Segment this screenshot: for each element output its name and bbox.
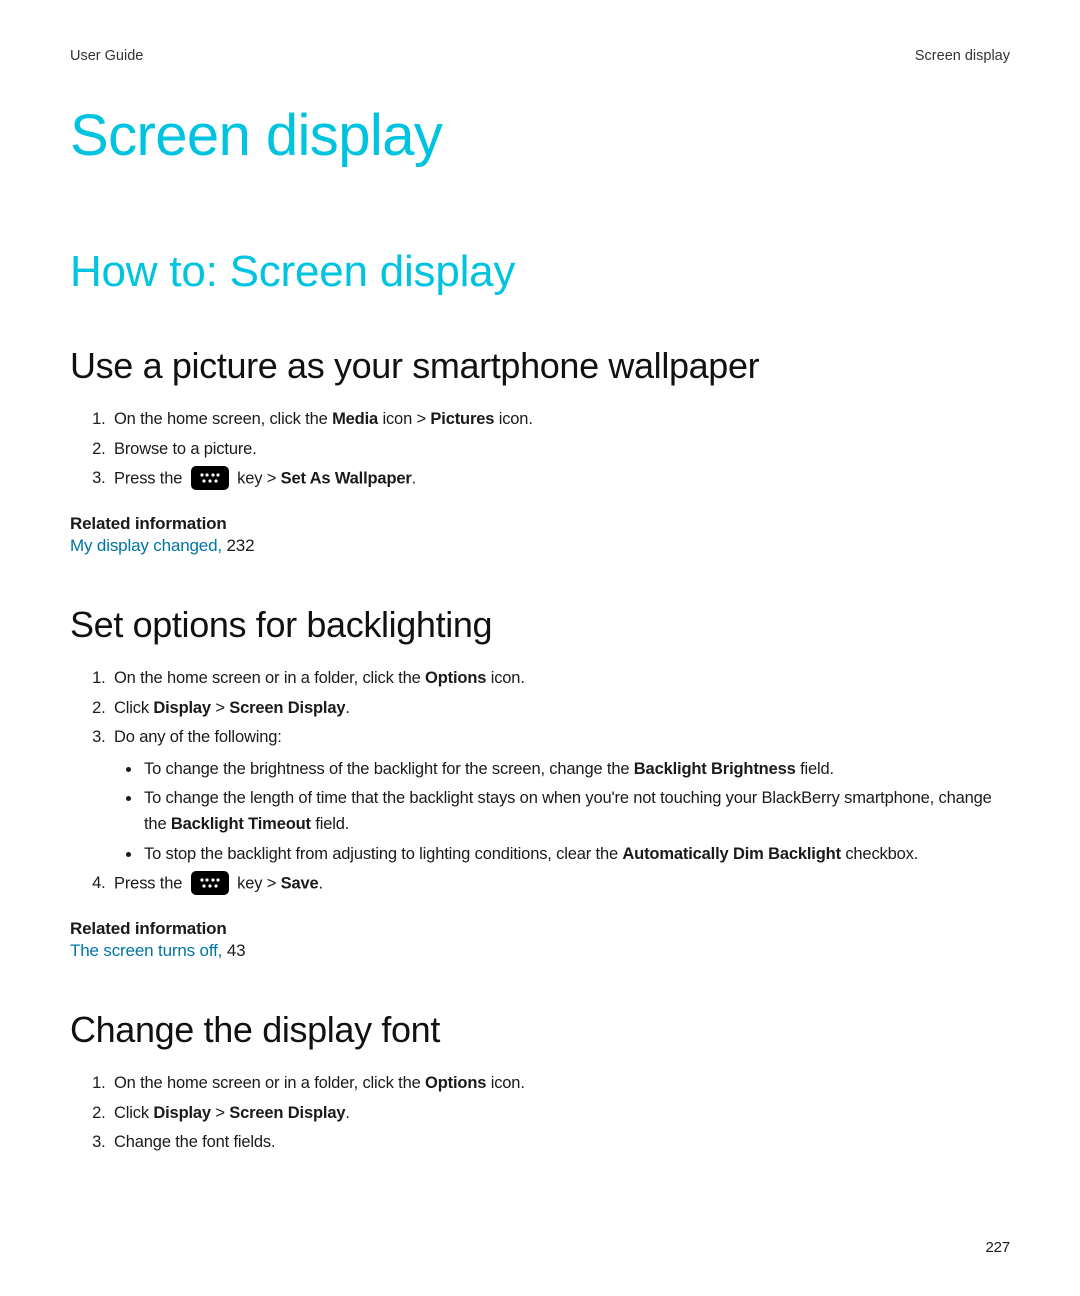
list-item: Click Display > Screen Display. (110, 696, 1010, 722)
step-text: Click (114, 699, 153, 717)
step-text: On the home screen, click the (114, 410, 332, 428)
steps-list-wallpaper: On the home screen, click the Media icon… (70, 407, 1010, 492)
step-text: On the home screen or in a folder, click… (114, 669, 425, 687)
step-text: checkbox. (841, 845, 918, 863)
topic-heading-wallpaper: Use a picture as your smartphone wallpap… (70, 345, 1010, 387)
page-number: 227 (985, 1239, 1010, 1256)
step-text: icon. (494, 410, 532, 428)
bullet-list: To change the brightness of the backligh… (114, 757, 1010, 867)
topic-heading-backlighting: Set options for backlighting (70, 604, 1010, 646)
step-text: . (319, 874, 323, 892)
step-text: On the home screen or in a folder, click… (114, 1074, 425, 1092)
ui-ref-auto-dim-backlight: Automatically Dim Backlight (622, 845, 840, 863)
related-page-number: 43 (222, 941, 245, 960)
step-text: Press the (114, 874, 187, 892)
list-item: Browse to a picture. (110, 437, 1010, 463)
ui-ref-set-as-wallpaper: Set As Wallpaper (281, 469, 412, 487)
list-item: On the home screen or in a folder, click… (110, 1071, 1010, 1097)
running-header: User Guide Screen display (70, 48, 1010, 64)
steps-list-backlighting: On the home screen or in a folder, click… (70, 666, 1010, 897)
ui-ref-save: Save (281, 874, 319, 892)
step-text: field. (311, 815, 349, 833)
ui-ref-media: Media (332, 410, 378, 428)
ui-ref-backlight-timeout: Backlight Timeout (171, 815, 311, 833)
steps-list-display-font: On the home screen or in a folder, click… (70, 1071, 1010, 1156)
ui-ref-display: Display (153, 699, 211, 717)
step-text: key > (233, 469, 281, 487)
ui-ref-options: Options (425, 669, 486, 687)
step-text: icon. (486, 1074, 524, 1092)
list-item: On the home screen, click the Media icon… (110, 407, 1010, 433)
link-screen-turns-off[interactable]: The screen turns off, (70, 941, 222, 960)
related-info-heading: Related information (70, 919, 1010, 939)
list-item: Change the font fields. (110, 1130, 1010, 1156)
step-text: icon. (486, 669, 524, 687)
step-text: Do any of the following: (114, 728, 282, 746)
header-left: User Guide (70, 48, 143, 64)
blackberry-key-icon (191, 871, 229, 895)
related-page-number: 232 (222, 536, 254, 555)
related-info-heading: Related information (70, 514, 1010, 534)
section-heading: How to: Screen display (70, 247, 1010, 297)
ui-ref-backlight-brightness: Backlight Brightness (634, 760, 796, 778)
step-text: To stop the backlight from adjusting to … (144, 845, 622, 863)
list-item: Press the key > Save. (110, 871, 1010, 897)
ui-ref-screen-display: Screen Display (229, 699, 345, 717)
step-text: Press the (114, 469, 187, 487)
list-item: To stop the backlight from adjusting to … (142, 842, 1010, 868)
step-text: To change the brightness of the backligh… (144, 760, 634, 778)
list-item: To change the length of time that the ba… (142, 786, 1010, 837)
related-line: My display changed, 232 (70, 536, 1010, 556)
step-text: . (345, 1104, 349, 1122)
step-text: . (412, 469, 416, 487)
step-text: field. (796, 760, 834, 778)
step-text: > (211, 699, 229, 717)
ui-ref-screen-display: Screen Display (229, 1104, 345, 1122)
ui-ref-display: Display (153, 1104, 211, 1122)
ui-ref-pictures: Pictures (430, 410, 494, 428)
link-my-display-changed[interactable]: My display changed, (70, 536, 222, 555)
page-title: Screen display (70, 102, 1010, 169)
ui-ref-options: Options (425, 1074, 486, 1092)
step-text: key > (233, 874, 281, 892)
step-text: . (345, 699, 349, 717)
header-right: Screen display (915, 48, 1010, 64)
list-item: On the home screen or in a folder, click… (110, 666, 1010, 692)
step-text: icon > (378, 410, 430, 428)
list-item: To change the brightness of the backligh… (142, 757, 1010, 783)
list-item: Click Display > Screen Display. (110, 1101, 1010, 1127)
list-item: Press the key > Set As Wallpaper. (110, 466, 1010, 492)
list-item: Do any of the following: To change the b… (110, 725, 1010, 867)
blackberry-key-icon (191, 466, 229, 490)
step-text: Click (114, 1104, 153, 1122)
step-text: > (211, 1104, 229, 1122)
topic-heading-display-font: Change the display font (70, 1009, 1010, 1051)
related-line: The screen turns off, 43 (70, 941, 1010, 961)
